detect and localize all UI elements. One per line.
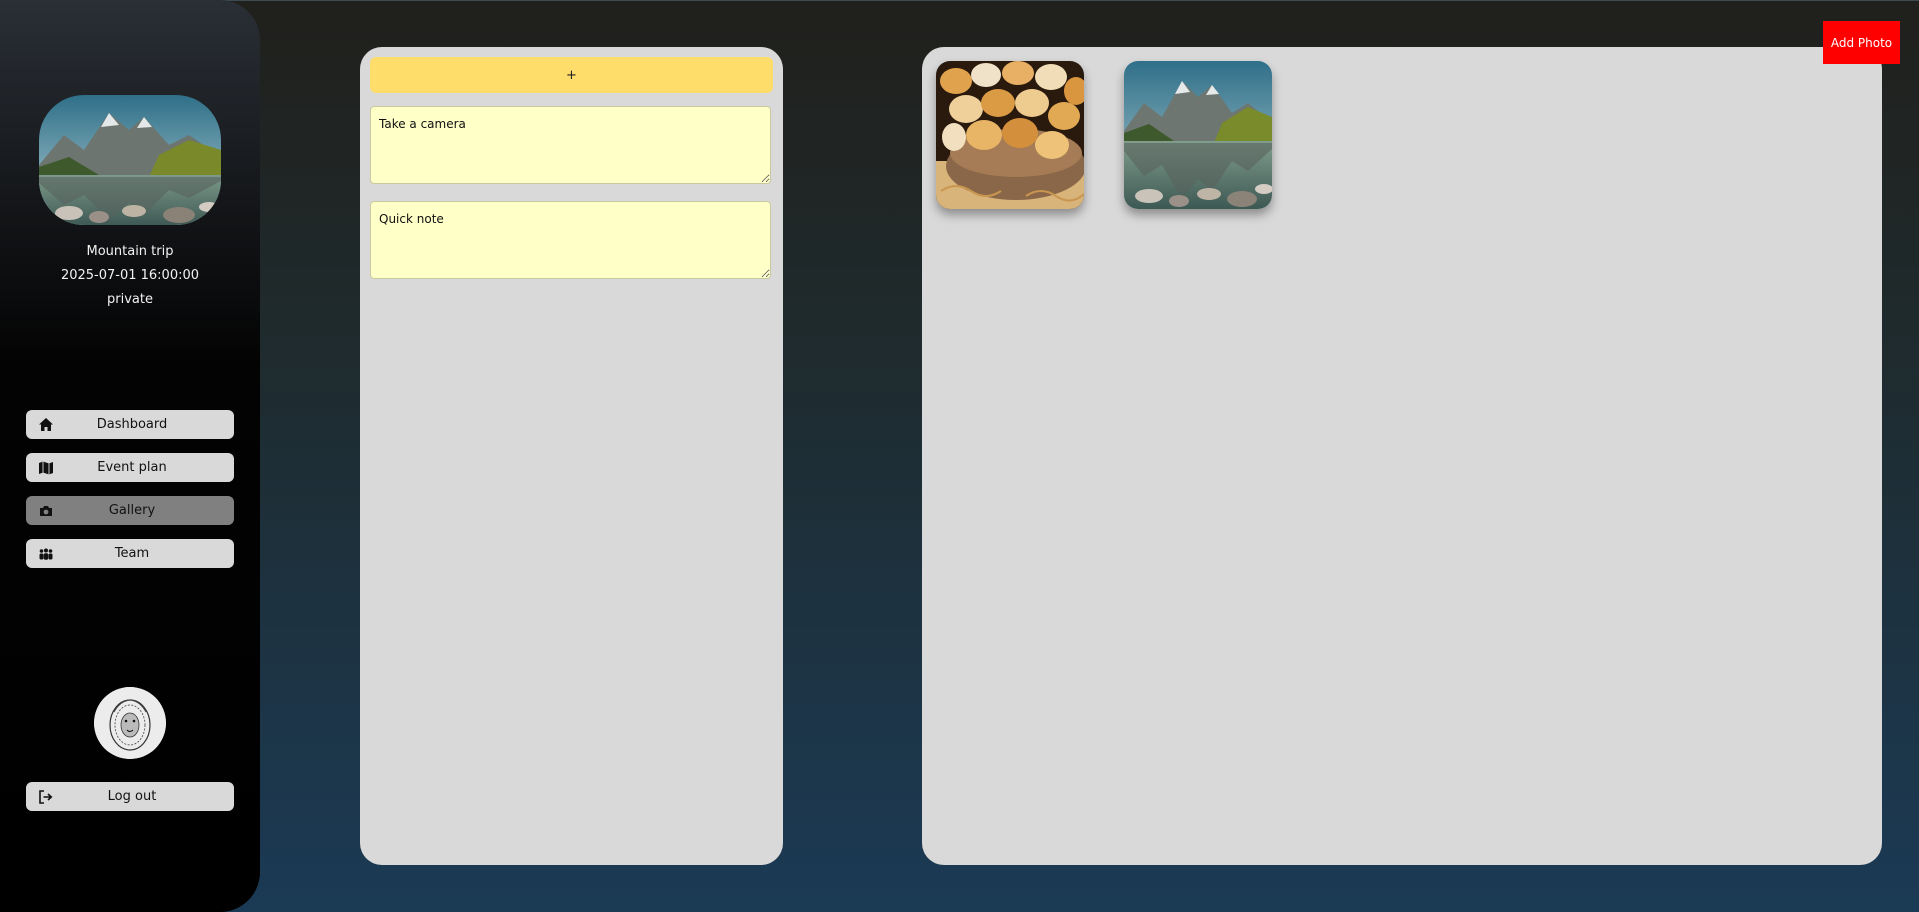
nav-label-event-plan: Event plan (97, 460, 167, 475)
event-info: Mountain trip 2025-07-01 16:00:00 privat… (0, 240, 260, 312)
nav-label-gallery: Gallery (108, 503, 156, 518)
map-icon (38, 460, 54, 476)
notes-panel: + Take a camera Quick note (360, 47, 783, 865)
nav-item-dashboard[interactable]: Dashboard (26, 410, 234, 439)
home-icon (38, 417, 54, 433)
camera-icon (38, 503, 54, 519)
logout-label: Log out (107, 789, 157, 804)
nav-item-event-plan[interactable]: Event plan (26, 453, 234, 482)
nav-item-gallery[interactable]: Gallery (26, 496, 234, 525)
logout-button[interactable]: Log out (26, 782, 234, 811)
sidebar: Mountain trip 2025-07-01 16:00:00 privat… (0, 0, 260, 912)
note-field[interactable]: Take a camera (370, 106, 771, 184)
logout-icon (38, 789, 54, 805)
mountain-lake-photo[interactable] (1124, 61, 1272, 209)
event-cover-image (39, 95, 221, 225)
nav-item-team[interactable]: Team (26, 539, 234, 568)
team-icon (38, 546, 54, 562)
nav-label-dashboard: Dashboard (96, 417, 168, 432)
add-photo-button[interactable]: Add Photo (1823, 21, 1900, 64)
event-datetime: 2025-07-01 16:00:00 (60, 268, 200, 283)
avatar[interactable] (94, 687, 166, 759)
event-title: Mountain trip (86, 244, 174, 259)
note-field[interactable]: Quick note (370, 201, 771, 279)
sidebar-nav: Dashboard Event plan Gallery Team (26, 410, 234, 582)
top-border (0, 0, 1919, 1)
add-note-button[interactable]: + (370, 57, 773, 93)
nav-label-team: Team (114, 546, 150, 561)
gallery-panel (922, 47, 1882, 865)
bread-basket-photo[interactable] (936, 61, 1084, 209)
event-visibility: private (107, 292, 153, 307)
